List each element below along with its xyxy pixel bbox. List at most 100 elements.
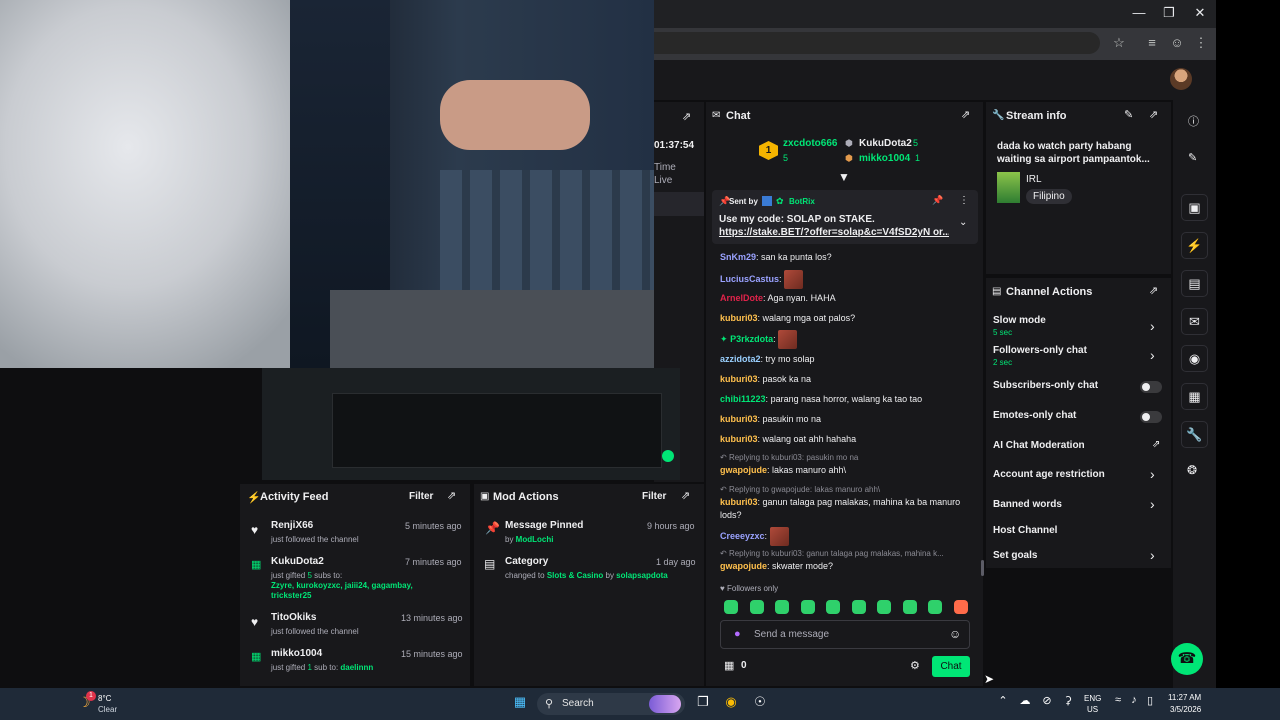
- chat-settings-icon[interactable]: ⚙: [910, 659, 920, 672]
- chat-user[interactable]: kuburi03: [720, 414, 758, 424]
- chat-user[interactable]: P3rkzdota: [730, 334, 773, 344]
- activity-user[interactable]: KukuDota2: [271, 556, 324, 567]
- mod-user[interactable]: ModLochi: [516, 535, 554, 544]
- chat-user[interactable]: kuburi03: [720, 434, 758, 444]
- layout-icon[interactable]: ▦: [1181, 383, 1208, 410]
- emote-icon[interactable]: [749, 600, 764, 614]
- language-indicator[interactable]: ENG: [1084, 694, 1101, 703]
- microphone-icon[interactable]: ●: [734, 628, 741, 640]
- minimize-icon[interactable]: —: [1124, 5, 1154, 20]
- emote-icon[interactable]: [775, 600, 789, 614]
- activity-user[interactable]: TitoOkiks: [271, 612, 316, 623]
- avatar[interactable]: [1170, 68, 1192, 90]
- obs-icon[interactable]: ☉: [750, 694, 770, 714]
- category-link[interactable]: Slots & Casino: [547, 571, 603, 580]
- popout-icon[interactable]: ⇗: [1149, 284, 1158, 297]
- chat-user[interactable]: gwapojude: [720, 561, 767, 571]
- emote-icon[interactable]: [928, 600, 942, 614]
- broadcast-icon[interactable]: ◉: [1181, 345, 1208, 372]
- tray-network-icon[interactable]: ⊘: [1037, 694, 1057, 714]
- chat-user[interactable]: kuburi03: [720, 313, 758, 323]
- battery-icon[interactable]: ▯: [1140, 694, 1160, 714]
- gift-recipients[interactable]: Zzyre, kurokoyzxc, jaiii24, gagambay,: [271, 581, 413, 590]
- subscribers-only-toggle[interactable]: [1140, 381, 1162, 393]
- lightning-icon[interactable]: ⚡: [1181, 232, 1208, 259]
- screenshot-icon[interactable]: ▣: [1181, 194, 1208, 221]
- chat-user[interactable]: azzidota2: [720, 354, 761, 364]
- host-channel-row[interactable]: Host Channel: [993, 525, 1165, 541]
- taskbar-search[interactable]: ⚲ Search: [537, 693, 685, 715]
- chat-user[interactable]: gwapojude: [720, 465, 767, 475]
- chat-user[interactable]: kuburi03: [720, 497, 758, 507]
- chevron-down-icon[interactable]: ⌄: [959, 217, 967, 228]
- slow-mode-row[interactable]: Slow mode 5 sec ›: [993, 315, 1165, 341]
- emote-icon[interactable]: [877, 600, 891, 614]
- emote-icon[interactable]: [953, 600, 968, 614]
- gift-recipients[interactable]: trickster25: [271, 591, 311, 600]
- mod-filter-button[interactable]: Filter: [642, 491, 666, 502]
- tag-chip[interactable]: Filipino: [1026, 189, 1072, 204]
- popout-icon[interactable]: ⇗: [447, 489, 456, 502]
- chat-user[interactable]: kuburi03: [720, 374, 758, 384]
- chat-user[interactable]: LuciusCastus: [720, 274, 779, 284]
- collapse-icon[interactable]: ▼: [838, 170, 850, 184]
- chevron-up-icon[interactable]: ⌃: [993, 694, 1013, 714]
- popout-icon[interactable]: ⇗: [681, 489, 690, 502]
- chrome-icon[interactable]: ◉: [721, 694, 741, 714]
- chat-user[interactable]: Creeeyzxc: [720, 531, 765, 541]
- emote-icon[interactable]: [724, 600, 738, 614]
- windows-start-icon[interactable]: ▦: [510, 694, 530, 714]
- stream-control[interactable]: [654, 192, 704, 216]
- chat-input[interactable]: ● Send a message ☺: [720, 620, 970, 649]
- points-icon[interactable]: ▦: [724, 659, 734, 672]
- leader-name[interactable]: zxcdoto666: [783, 138, 837, 149]
- pencil-icon[interactable]: ✎: [1188, 151, 1197, 164]
- support-headset-icon[interactable]: ☎: [1171, 643, 1203, 675]
- pinned-link[interactable]: https://stake.BET/?offer=solap&c=V4fSD2y…: [719, 227, 949, 238]
- emote-icon[interactable]: [800, 600, 815, 614]
- microphone-icon[interactable]: ⚳: [1058, 694, 1078, 714]
- media-icon[interactable]: ≡: [1143, 35, 1161, 50]
- popout-icon[interactable]: ⇗: [1149, 108, 1158, 121]
- task-view-icon[interactable]: ❐: [693, 694, 713, 714]
- edit-icon[interactable]: ✎: [1124, 108, 1133, 121]
- close-icon[interactable]: ✕: [1185, 5, 1215, 21]
- menu-icon[interactable]: ⋮: [1192, 35, 1210, 51]
- chat-send-button[interactable]: Chat: [932, 656, 970, 677]
- popout-icon[interactable]: ⇗: [961, 108, 970, 121]
- leader-name[interactable]: KukuDota2: [859, 138, 912, 149]
- tray-app-icon[interactable]: ☁: [1015, 694, 1035, 714]
- message-icon[interactable]: ✉: [1181, 308, 1208, 335]
- banned-words-row[interactable]: Banned words ›: [993, 496, 1165, 515]
- more-icon[interactable]: ⋮: [959, 195, 969, 206]
- clock-date[interactable]: 3/5/2026: [1170, 705, 1201, 714]
- emote-icon[interactable]: [851, 600, 866, 614]
- document-icon[interactable]: ▤: [1181, 270, 1208, 297]
- chat-user[interactable]: SnKm29: [720, 252, 756, 262]
- emoji-icon[interactable]: ☺: [949, 627, 961, 641]
- ai-moderation-row[interactable]: AI Chat Moderation ⇗: [993, 439, 1165, 456]
- popout-icon[interactable]: ⇗: [682, 110, 691, 123]
- emotes-only-toggle[interactable]: [1140, 411, 1162, 423]
- weather-desc[interactable]: Clear: [98, 705, 117, 714]
- weather-temp[interactable]: 8°C: [98, 694, 111, 703]
- emote-icon[interactable]: [826, 600, 840, 614]
- activity-user[interactable]: RenjiX66: [271, 520, 313, 531]
- gift-recipients[interactable]: daelinnn: [340, 663, 373, 672]
- category-name[interactable]: IRL: [1026, 174, 1042, 185]
- region-indicator[interactable]: US: [1087, 705, 1098, 714]
- leader-name[interactable]: mikko1004: [859, 153, 910, 164]
- clock-time[interactable]: 11:27 AM: [1168, 693, 1201, 702]
- mod-user[interactable]: solapsapdota: [616, 571, 668, 580]
- chat-user[interactable]: chibi11223: [720, 394, 766, 404]
- star-icon[interactable]: ☆: [1110, 35, 1128, 51]
- profile-icon[interactable]: ☺: [1168, 35, 1186, 50]
- apps-icon[interactable]: ❂: [1187, 463, 1197, 477]
- bot-name[interactable]: BotRix: [789, 197, 815, 206]
- category-thumbnail[interactable]: [997, 172, 1020, 203]
- emote-icon[interactable]: [902, 600, 917, 614]
- account-age-row[interactable]: Account age restriction ›: [993, 466, 1165, 485]
- set-goals-row[interactable]: Set goals ›: [993, 547, 1165, 566]
- activity-user[interactable]: mikko1004: [271, 648, 322, 659]
- address-input[interactable]: [654, 32, 1100, 54]
